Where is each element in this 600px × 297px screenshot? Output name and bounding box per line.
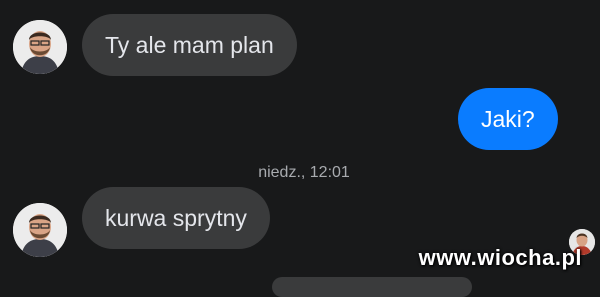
message-bubble-partial	[272, 277, 472, 297]
message-text: Ty ale mam plan	[105, 31, 274, 58]
user-avatar-icon	[13, 20, 67, 74]
message-bubble-received[interactable]: Ty ale mam plan	[82, 14, 297, 76]
user-avatar-icon	[13, 203, 67, 257]
message-bubble-sent[interactable]: Jaki?	[458, 88, 558, 150]
message-text: Jaki?	[481, 105, 535, 132]
contact-avatar[interactable]	[13, 203, 67, 257]
message-text: kurwa sprytny	[105, 204, 247, 231]
message-bubble-received[interactable]: kurwa sprytny	[82, 187, 270, 249]
contact-avatar[interactable]	[13, 20, 67, 74]
watermark: www.wiocha.pl	[418, 245, 582, 270]
message-timestamp: niedz., 12:01	[258, 164, 350, 181]
chat-window: { "conversation": { "messages": [ { "dir…	[0, 0, 600, 297]
